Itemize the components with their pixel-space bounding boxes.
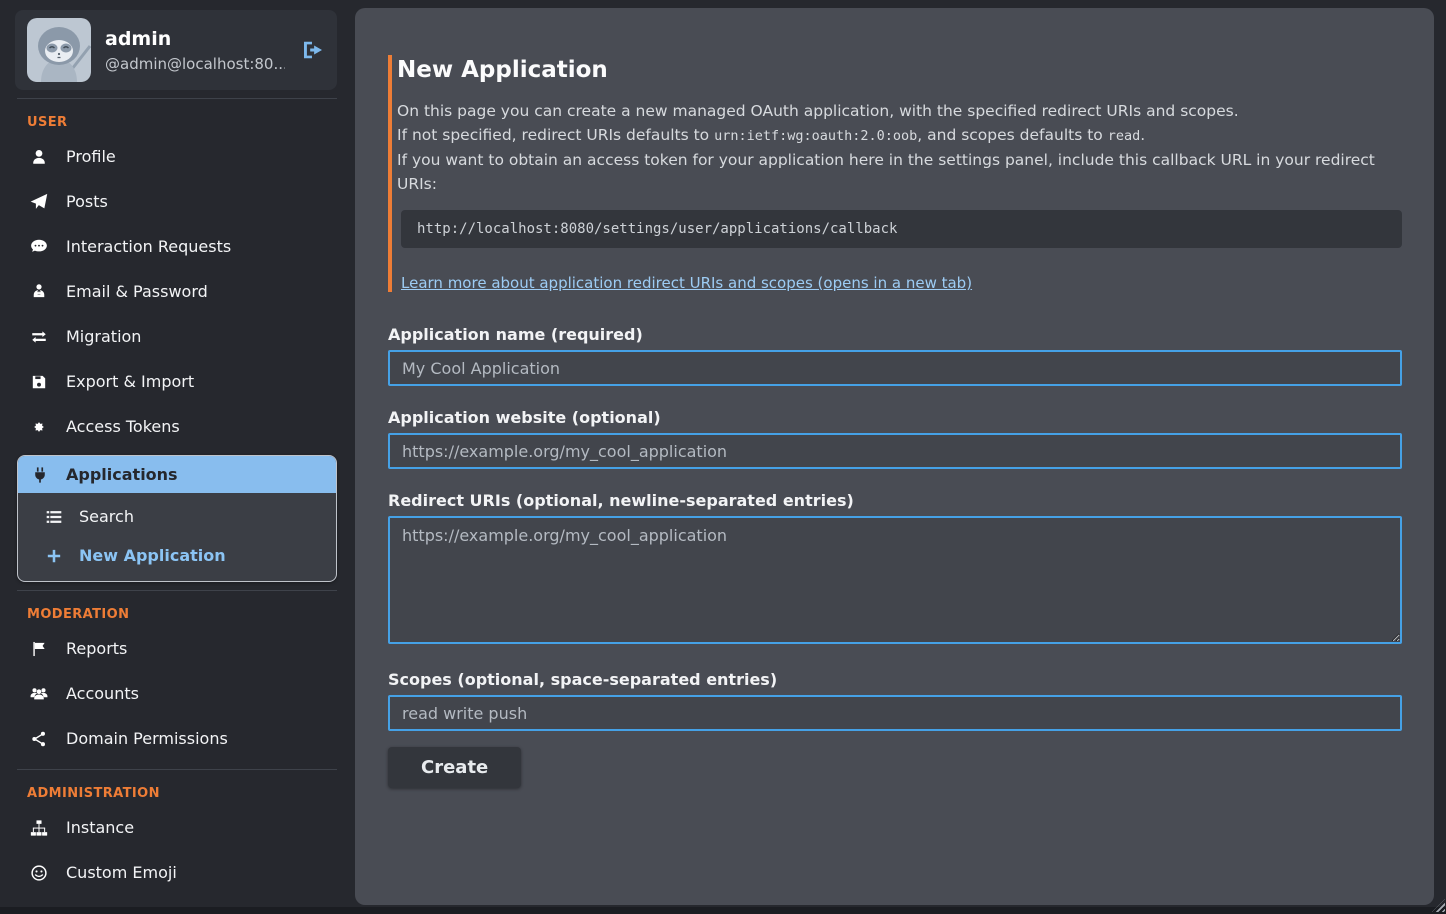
sidebar-item-label: Access Tokens	[66, 417, 180, 436]
intro-line-2: If not specified, redirect URIs defaults…	[397, 123, 1402, 148]
sidebar-item-label: Export & Import	[66, 372, 194, 391]
sidebar-item-access-tokens[interactable]: Access Tokens	[0, 404, 353, 449]
section-header-user: USER	[27, 115, 353, 130]
sidebar-item-label: Email & Password	[66, 282, 208, 301]
plug-icon	[30, 466, 50, 484]
intro-line-3: If you want to obtain an access token fo…	[397, 148, 1402, 196]
page-title: New Application	[397, 55, 1402, 85]
redirect-uris-textarea[interactable]	[388, 516, 1402, 644]
redirect-uris-label: Redirect URIs (optional, newline-separat…	[388, 491, 1402, 510]
sidebar-item-label: New Application	[79, 546, 226, 565]
inline-code-oob: urn:ietf:wg:oauth:2.0:oob	[714, 128, 917, 144]
certificate-icon	[29, 418, 49, 436]
sidebar-item-applications-search[interactable]: Search	[18, 497, 336, 536]
section-header-moderation: MODERATION	[27, 607, 353, 622]
smiley-icon	[29, 864, 49, 882]
sidebar-item-label: Instance	[66, 818, 134, 837]
sidebar-item-label: Search	[79, 507, 134, 526]
learn-more-link[interactable]: Learn more about application redirect UR…	[401, 274, 972, 292]
section-header-administration: ADMINISTRATION	[27, 786, 353, 801]
sidebar-item-label: Custom Emoji	[66, 863, 177, 882]
paper-plane-icon	[29, 193, 49, 211]
sidebar-item-applications-new[interactable]: New Application	[18, 536, 336, 575]
field-application-website: Application website (optional)	[388, 408, 1402, 469]
create-button[interactable]: Create	[388, 747, 521, 788]
sidebar-item-label: Interaction Requests	[66, 237, 231, 256]
sign-out-icon[interactable]	[301, 38, 325, 62]
sidebar-item-label: Reports	[66, 639, 127, 658]
sidebar-item-profile[interactable]: Profile	[0, 134, 353, 179]
sidebar-divider	[17, 590, 337, 591]
sidebar-item-posts[interactable]: Posts	[0, 179, 353, 224]
field-application-name: Application name (required)	[388, 325, 1402, 386]
sidebar-item-instance[interactable]: Instance	[0, 805, 353, 850]
share-nodes-icon	[29, 730, 49, 748]
user-identity: admin @admin@localhost:80...	[105, 28, 285, 73]
sidebar-item-label: Migration	[66, 327, 141, 346]
applications-submenu: Search New Application	[18, 493, 336, 581]
sidebar-item-reports[interactable]: Reports	[0, 626, 353, 671]
application-website-input[interactable]	[388, 433, 1402, 469]
sidebar-item-label: Accounts	[66, 684, 139, 703]
application-name-input[interactable]	[388, 350, 1402, 386]
scopes-label: Scopes (optional, space-separated entrie…	[388, 670, 1402, 689]
main-panel: New Application On this page you can cre…	[355, 8, 1434, 905]
sitemap-icon	[29, 819, 49, 837]
sidebar-item-label: Posts	[66, 192, 108, 211]
bottom-edge-strip	[0, 907, 1446, 914]
scopes-input[interactable]	[388, 695, 1402, 731]
plus-icon	[44, 547, 64, 565]
sidebar-item-label: Domain Permissions	[66, 729, 228, 748]
application-name-label: Application name (required)	[388, 325, 1402, 344]
inline-code-read: read	[1108, 128, 1141, 144]
user-icon	[29, 148, 49, 166]
new-application-intro: New Application On this page you can cre…	[388, 55, 1402, 292]
sloth-avatar	[27, 18, 91, 82]
sidebar-item-custom-emoji[interactable]: Custom Emoji	[0, 850, 353, 895]
callback-url-codeblock: http://localhost:8080/settings/user/appl…	[401, 210, 1402, 248]
intro-line-1: On this page you can create a new manage…	[397, 99, 1402, 123]
list-icon	[44, 508, 64, 526]
user-handle: @admin@localhost:80...	[105, 55, 285, 73]
sidebar-item-interaction-requests[interactable]: Interaction Requests	[0, 224, 353, 269]
sidebar-group-applications: Applications Search New Application	[17, 455, 337, 582]
username: admin	[105, 28, 285, 50]
field-scopes: Scopes (optional, space-separated entrie…	[388, 670, 1402, 731]
comment-dots-icon	[29, 238, 49, 256]
flag-icon	[29, 640, 49, 658]
sidebar-divider	[17, 769, 337, 770]
user-lock-icon	[29, 283, 49, 301]
sidebar-divider	[17, 98, 337, 99]
sidebar-item-applications[interactable]: Applications	[18, 456, 336, 493]
user-card: admin @admin@localhost:80...	[15, 10, 337, 90]
sidebar-item-export-import[interactable]: Export & Import	[0, 359, 353, 404]
sidebar-item-label: Profile	[66, 147, 116, 166]
sidebar-item-email-password[interactable]: Email & Password	[0, 269, 353, 314]
sidebar-item-domain-permissions[interactable]: Domain Permissions	[0, 716, 353, 761]
settings-sidebar: admin @admin@localhost:80... USER Profil…	[0, 0, 353, 914]
application-website-label: Application website (optional)	[388, 408, 1402, 427]
new-application-form: Application name (required) Application …	[388, 325, 1402, 788]
floppy-disk-icon	[29, 373, 49, 391]
sidebar-item-label: Applications	[66, 465, 178, 484]
arrows-left-right-icon	[29, 328, 49, 346]
sidebar-item-migration[interactable]: Migration	[0, 314, 353, 359]
users-icon	[29, 685, 49, 703]
sidebar-item-accounts[interactable]: Accounts	[0, 671, 353, 716]
field-redirect-uris: Redirect URIs (optional, newline-separat…	[388, 491, 1402, 648]
